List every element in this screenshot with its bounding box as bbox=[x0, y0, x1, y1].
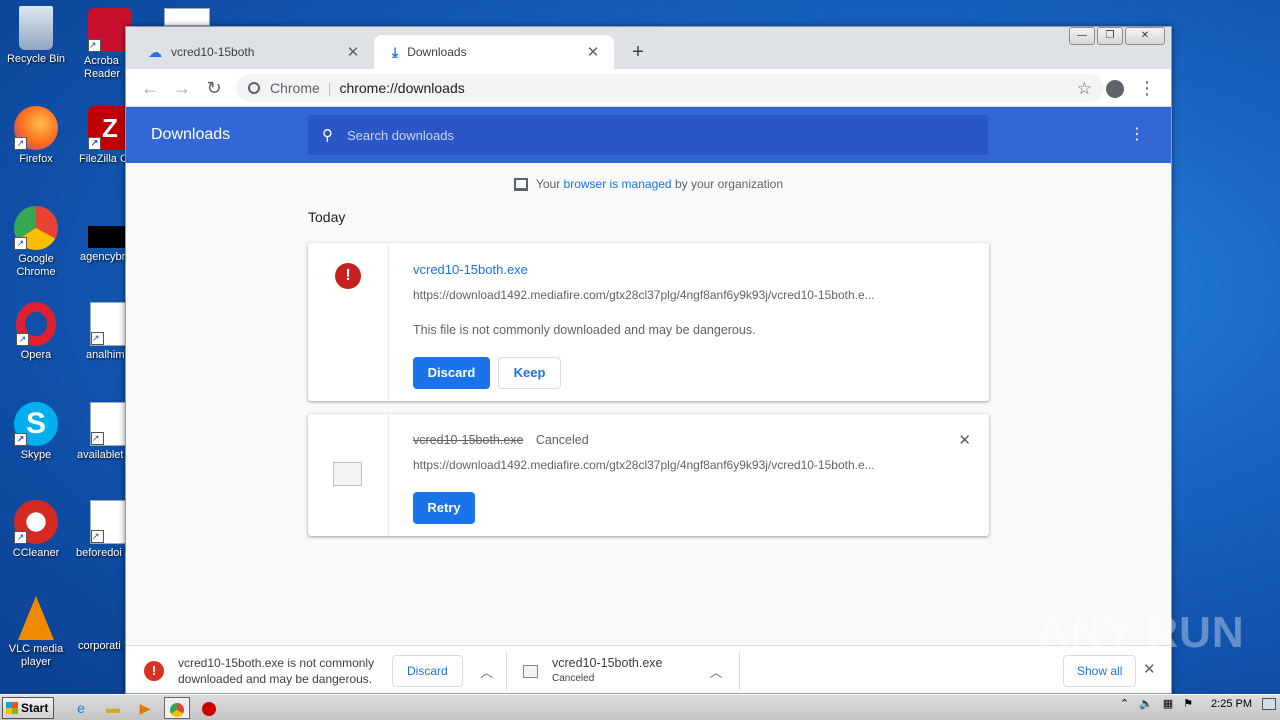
download-icon: ⤓ bbox=[392, 43, 399, 60]
back-button[interactable]: ← bbox=[138, 76, 162, 100]
search-box[interactable]: ⚲ bbox=[308, 115, 988, 155]
file-icon bbox=[523, 664, 538, 678]
search-input[interactable] bbox=[347, 127, 947, 143]
opera-icon: ↗ bbox=[16, 302, 56, 346]
ie-taskbar-icon[interactable]: e bbox=[68, 697, 94, 719]
desktop-icon-vlc[interactable]: VLC media player bbox=[0, 596, 72, 669]
chrome-icon: ↗ bbox=[14, 206, 58, 250]
retry-button[interactable]: Retry bbox=[413, 492, 475, 524]
word-doc-icon: ↗ bbox=[90, 302, 126, 346]
desktop-icon-skype[interactable]: S ↗ Skype bbox=[0, 402, 72, 462]
start-button[interactable]: Start bbox=[2, 696, 54, 719]
ccleaner-icon: ↗ bbox=[14, 500, 58, 544]
desktop-icon-opera[interactable]: ↗ Opera bbox=[0, 302, 72, 362]
bookmark-star-icon[interactable]: ☆ bbox=[1077, 79, 1092, 99]
windows-logo-icon bbox=[6, 701, 18, 714]
date-heading: Today bbox=[308, 209, 346, 225]
network-icon[interactable]: ▦ bbox=[1163, 697, 1173, 710]
remove-item-icon[interactable]: ✕ bbox=[958, 431, 971, 449]
stop-taskbar-icon[interactable] bbox=[196, 697, 222, 719]
vlc-icon bbox=[18, 596, 54, 640]
search-icon: ⚲ bbox=[322, 127, 333, 144]
anyrun-watermark: ANY RUN bbox=[1038, 608, 1245, 657]
shelf-item-dangerous[interactable]: ! vcred10-15both.exe is not commonly dow… bbox=[144, 652, 497, 690]
scheme-label: Chrome bbox=[270, 80, 320, 96]
shelf-discard-button[interactable]: Discard bbox=[392, 655, 463, 687]
shelf-item-canceled[interactable]: vcred10-15both.exe Canceled ︿ bbox=[523, 652, 726, 690]
shelf-warning-line1: vcred10-15both.exe is not commonly bbox=[178, 656, 375, 670]
word-doc-icon: ↗ bbox=[90, 500, 126, 544]
building-icon bbox=[513, 177, 528, 191]
close-shelf-icon[interactable]: ✕ bbox=[1143, 660, 1156, 678]
downloads-page: Downloads ⚲ ⋮ Your browser is managed by… bbox=[126, 107, 1171, 645]
managed-link[interactable]: browser is managed bbox=[564, 177, 672, 191]
address-bar[interactable]: Chrome | chrome://downloads ☆ bbox=[236, 74, 1104, 102]
download-item-canceled: vcred10-15both.exe Canceled https://down… bbox=[308, 414, 989, 536]
volume-icon[interactable]: 🔈 bbox=[1139, 697, 1153, 710]
firefox-icon: ↗ bbox=[14, 106, 58, 150]
tab-title: Downloads bbox=[407, 45, 467, 59]
chrome-page-icon bbox=[248, 82, 260, 94]
chrome-menu-icon[interactable]: ⋮ bbox=[1135, 76, 1159, 100]
shelf-divider bbox=[506, 652, 507, 690]
downloads-header: Downloads ⚲ ⋮ bbox=[126, 107, 1171, 163]
warning-icon: ! bbox=[335, 263, 361, 289]
desktop-icon-recycle-bin[interactable]: Recycle Bin bbox=[0, 6, 72, 66]
profile-icon[interactable] bbox=[1103, 76, 1127, 100]
tab-downloads[interactable]: ⤓ Downloads ✕ bbox=[374, 35, 614, 69]
shelf-divider bbox=[739, 652, 740, 690]
browser-toolbar: ← → ↻ Chrome | chrome://downloads ☆ ⋮ bbox=[126, 69, 1171, 107]
system-tray: ⌃ 🔈 ▦ ⚑ 2:25 PM bbox=[1120, 697, 1276, 710]
page-title: Downloads bbox=[151, 126, 231, 143]
skype-icon: S ↗ bbox=[14, 402, 58, 446]
downloads-menu-icon[interactable]: ⋮ bbox=[1129, 125, 1145, 145]
omnibox-separator: | bbox=[327, 80, 332, 96]
tray-expand-icon[interactable]: ⌃ bbox=[1120, 697, 1129, 710]
desktop-icon-google-chrome[interactable]: ↗ Google Chrome bbox=[0, 206, 72, 279]
file-url[interactable]: https://download1492.mediafire.com/gtx28… bbox=[413, 458, 913, 472]
recycle-bin-icon bbox=[19, 6, 53, 50]
keep-button[interactable]: Keep bbox=[498, 357, 561, 389]
chevron-up-icon[interactable]: ︿ bbox=[477, 662, 497, 681]
shelf-warning-line2: downloaded and may be dangerous. bbox=[178, 672, 373, 686]
chrome-taskbar-icon[interactable] bbox=[164, 696, 190, 719]
managed-notice: Your browser is managed by your organiza… bbox=[126, 177, 1171, 191]
canceled-file-name: vcred10-15both.exe bbox=[413, 433, 524, 447]
desktop-icon-firefox[interactable]: ↗ Firefox bbox=[0, 106, 72, 166]
mediafire-icon: ☁ bbox=[148, 43, 162, 60]
file-url[interactable]: https://download1492.mediafire.com/gtx28… bbox=[413, 288, 913, 302]
shelf-file-name: vcred10-15both.exe bbox=[552, 656, 663, 670]
close-tab-icon[interactable]: ✕ bbox=[584, 43, 602, 61]
tab-strip: ☁ vcred10-15both ✕ ⤓ Downloads ✕ + bbox=[126, 27, 1171, 69]
desktop-icon-ccleaner[interactable]: ↗ CCleaner bbox=[0, 500, 72, 560]
chevron-up-icon[interactable]: ︿ bbox=[706, 662, 726, 681]
download-status: Canceled bbox=[535, 433, 589, 447]
url-text: chrome://downloads bbox=[339, 80, 465, 96]
explorer-taskbar-icon[interactable]: ▬ bbox=[100, 697, 126, 719]
file-icon bbox=[333, 462, 362, 486]
show-all-button[interactable]: Show all bbox=[1063, 655, 1137, 687]
media-player-taskbar-icon[interactable]: ▶ bbox=[132, 697, 158, 719]
word-doc-icon: ↗ bbox=[90, 402, 126, 446]
danger-warning-text: This file is not commonly downloaded and… bbox=[413, 323, 756, 337]
download-item-dangerous: ! vcred10-15both.exe https://download149… bbox=[308, 243, 989, 401]
shelf-status: Canceled bbox=[552, 673, 595, 684]
discard-button[interactable]: Discard bbox=[413, 357, 490, 389]
taskbar: Start e ▬ ▶ ⌃ 🔈 ▦ ⚑ 2:25 PM bbox=[0, 694, 1280, 720]
warning-icon: ! bbox=[144, 661, 164, 681]
show-desktop-icon[interactable] bbox=[1262, 697, 1276, 710]
desktop-icon-doc-top[interactable] bbox=[164, 8, 210, 26]
download-shelf: ! vcred10-15both.exe is not commonly dow… bbox=[126, 645, 1171, 693]
flag-icon[interactable]: ⚑ bbox=[1183, 697, 1193, 710]
file-name-link[interactable]: vcred10-15both.exe bbox=[413, 262, 528, 277]
chrome-window: — ❐ ✕ ☁ vcred10-15both ✕ ⤓ Downloads ✕ +… bbox=[125, 26, 1172, 694]
close-tab-icon[interactable]: ✕ bbox=[344, 43, 362, 61]
tab-vcred[interactable]: ☁ vcred10-15both ✕ bbox=[130, 35, 374, 69]
tab-title: vcred10-15both bbox=[171, 45, 255, 59]
clock[interactable]: 2:25 PM bbox=[1211, 698, 1252, 710]
new-tab-button[interactable]: + bbox=[626, 41, 650, 63]
forward-button[interactable]: → bbox=[170, 76, 194, 100]
reload-button[interactable]: ↻ bbox=[202, 76, 226, 100]
